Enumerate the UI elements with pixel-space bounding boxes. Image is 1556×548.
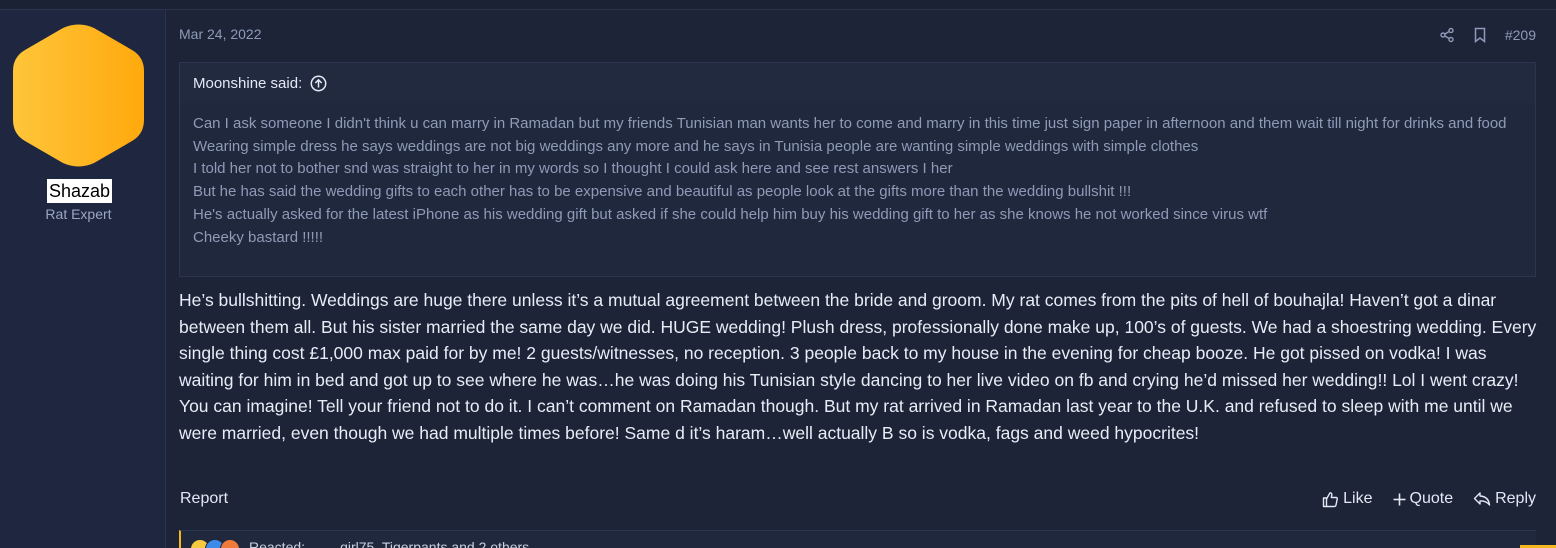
post-actions: Like Quote Reply bbox=[1322, 490, 1536, 508]
quote-line: But he has said the wedding gifts to eac… bbox=[193, 183, 1132, 201]
author-user-title: Rat Expert bbox=[45, 206, 112, 222]
reactions-summary[interactable]: Reacted: ____girl75, Tigerpants and 2 ot… bbox=[249, 539, 529, 548]
post-date[interactable]: Mar 24, 2022 bbox=[179, 26, 262, 42]
forum-post-page: Shazab Rat Expert Mar 24, 2022 #209 Moon… bbox=[0, 0, 1556, 548]
like-label[interactable]: Like bbox=[1343, 490, 1372, 508]
bookmark-icon[interactable] bbox=[1473, 27, 1487, 43]
reply-button[interactable]: Reply bbox=[1473, 490, 1536, 508]
like-button[interactable]: Like bbox=[1322, 490, 1373, 508]
thumbs-up-icon bbox=[1322, 491, 1339, 508]
quote-line: Can I ask someone I didn't think u can m… bbox=[193, 115, 1507, 132]
reply-label[interactable]: Reply bbox=[1495, 490, 1536, 508]
angry-reaction-icon bbox=[220, 539, 240, 548]
author-username[interactable]: Shazab bbox=[47, 179, 113, 203]
quote-line: I told her not to bother snd was straigh… bbox=[193, 160, 953, 178]
report-link[interactable]: Report bbox=[180, 490, 228, 508]
share-icon[interactable] bbox=[1439, 27, 1455, 43]
quote-line: Wearing simple dress he says weddings ar… bbox=[193, 137, 1199, 155]
post-number-link[interactable]: #209 bbox=[1505, 27, 1536, 43]
quote-body: Can I ask someone I didn't think u can m… bbox=[180, 103, 1535, 249]
plus-icon bbox=[1393, 493, 1406, 506]
quote-header[interactable]: Moonshine said: bbox=[180, 63, 1535, 103]
quote-line: He's actually asked for the latest iPhon… bbox=[193, 205, 1268, 223]
quote-line: Cheeky bastard !!!!! bbox=[193, 228, 324, 246]
reaction-icons bbox=[190, 539, 240, 548]
quote-block: Moonshine said: Can I ask someone I didn… bbox=[179, 62, 1536, 277]
quote-label[interactable]: Quote bbox=[1410, 490, 1454, 508]
arrow-up-circle-icon[interactable] bbox=[310, 75, 327, 92]
author-avatar[interactable] bbox=[13, 24, 144, 167]
post-body-text: He’s bullshitting. Weddings are huge the… bbox=[179, 290, 1537, 443]
reactions-bar[interactable]: Reacted: ____girl75, Tigerpants and 2 ot… bbox=[179, 530, 1536, 548]
quote-button[interactable]: Quote bbox=[1393, 490, 1454, 508]
reply-arrow-icon bbox=[1473, 491, 1491, 507]
quote-attribution[interactable]: Moonshine said: bbox=[193, 75, 302, 92]
post-tools: #209 bbox=[1439, 24, 1536, 46]
